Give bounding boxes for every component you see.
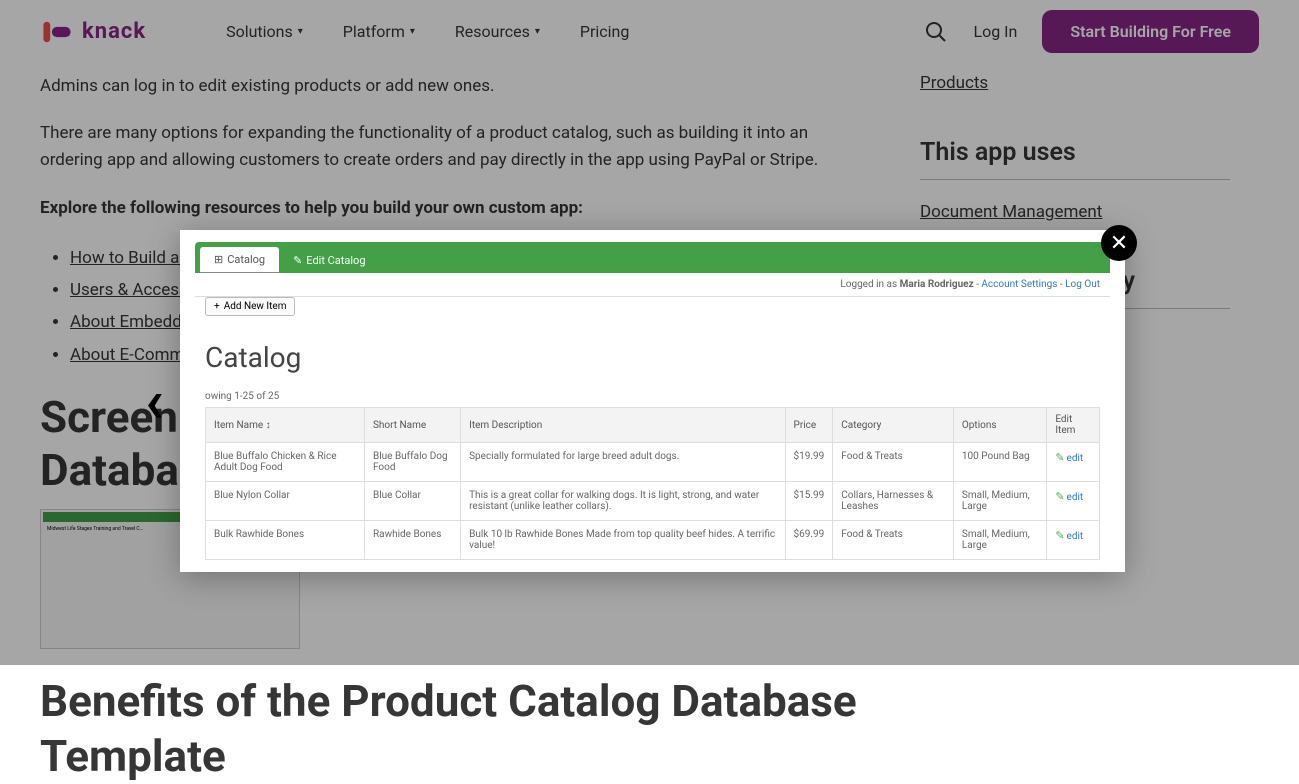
database-icon: ⊞ — [214, 253, 223, 266]
prev-arrow[interactable]: ‹ — [145, 366, 164, 437]
close-icon: ✕ — [1110, 231, 1128, 256]
chevron-left-icon: ‹ — [145, 366, 164, 437]
add-new-item-button[interactable]: + Add New Item — [205, 297, 295, 316]
pencil-icon: ✎ — [1055, 451, 1064, 464]
edit-cell[interactable]: ✎edit — [1047, 482, 1100, 521]
edit-cell[interactable]: ✎edit — [1047, 443, 1100, 482]
catalog-table: Item Name ↕ Short Name Item Description … — [205, 407, 1100, 560]
th-item-name[interactable]: Item Name ↕ — [206, 408, 365, 443]
pencil-icon: ✎ — [293, 254, 302, 267]
logout-link[interactable]: Log Out — [1065, 279, 1100, 290]
th-price[interactable]: Price — [785, 408, 833, 443]
pagination-text: owing 1-25 of 25 — [195, 386, 1110, 407]
catalog-title: Catalog — [195, 326, 1110, 386]
th-short-name[interactable]: Short Name — [364, 408, 460, 443]
benefits-heading: Benefits of the Product Catalog Database… — [40, 674, 860, 784]
edit-cell[interactable]: ✎edit — [1047, 521, 1100, 560]
th-category[interactable]: Category — [833, 408, 954, 443]
th-desc[interactable]: Item Description — [461, 408, 785, 443]
pencil-icon: ✎ — [1055, 490, 1064, 503]
account-settings-link[interactable]: Account Settings — [981, 279, 1057, 290]
close-button[interactable]: ✕ — [1101, 225, 1137, 261]
tab-bar: ⊞ Catalog ✎ Edit Catalog — [195, 242, 1110, 273]
table-row: Blue Nylon Collar Blue Collar This is a … — [206, 482, 1100, 521]
th-edit[interactable]: Edit Item — [1047, 408, 1100, 443]
tab-catalog[interactable]: ⊞ Catalog — [200, 247, 279, 273]
catalog-screenshot: ⊞ Catalog ✎ Edit Catalog Logged in as Ma… — [180, 230, 1125, 572]
table-row: Bulk Rawhide Bones Rawhide Bones Bulk 10… — [206, 521, 1100, 560]
lightbox-modal: ✕ ‹ ⊞ Catalog ✎ Edit Catalog Logged in a… — [180, 230, 1125, 572]
table-row: Blue Buffalo Chicken & Rice Adult Dog Fo… — [206, 443, 1100, 482]
pencil-icon: ✎ — [1055, 529, 1064, 542]
plus-icon: + — [214, 301, 220, 312]
login-status-bar: Logged in as Maria Rodriguez - Account S… — [195, 273, 1110, 297]
tab-edit-catalog[interactable]: ✎ Edit Catalog — [279, 247, 379, 273]
th-options[interactable]: Options — [953, 408, 1046, 443]
